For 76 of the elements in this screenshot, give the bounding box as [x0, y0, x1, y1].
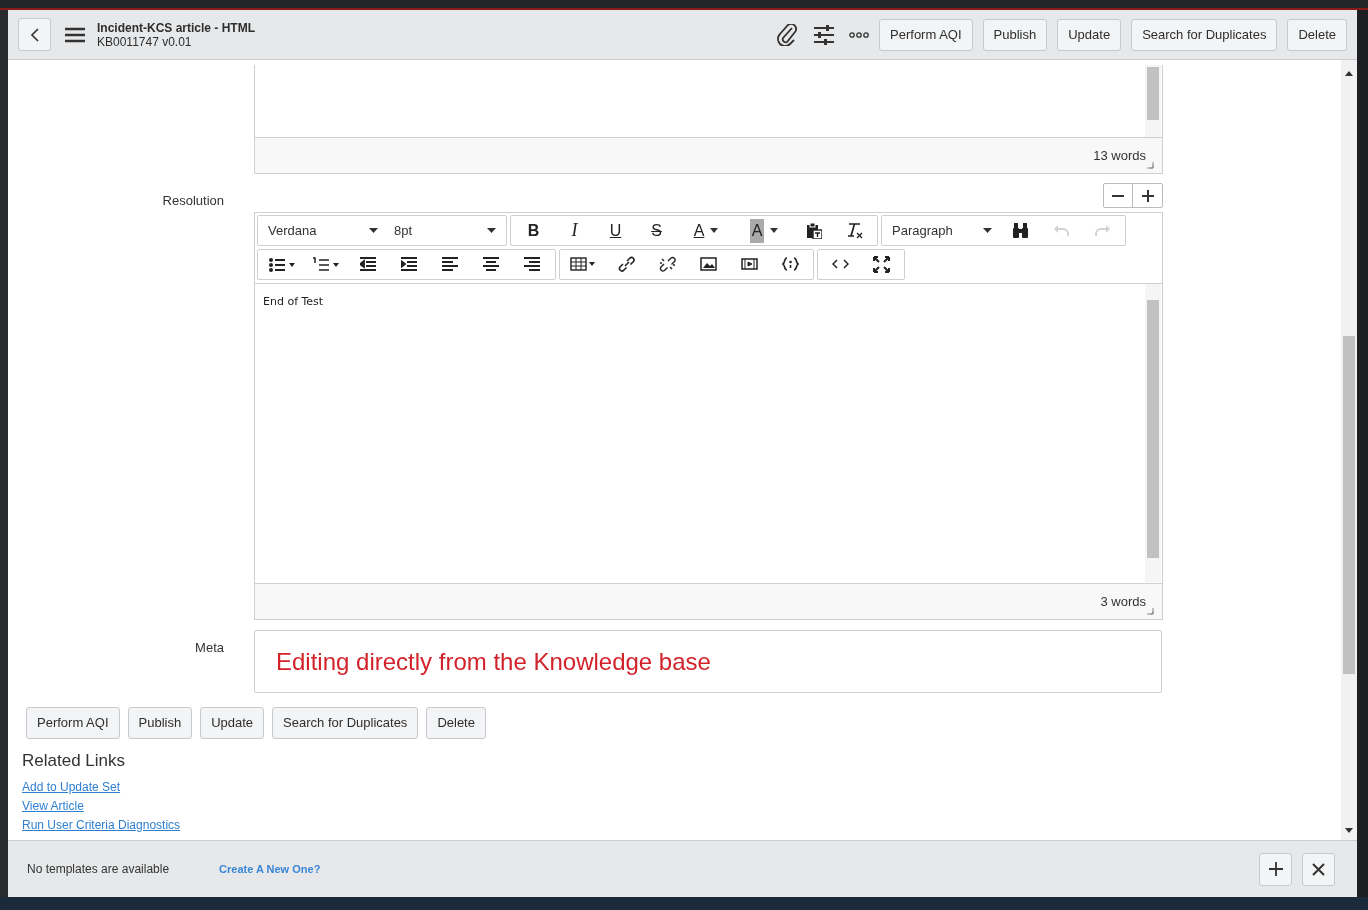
record-number: KB0011747 v0.01	[97, 34, 193, 49]
bold-button[interactable]: B	[513, 217, 554, 244]
image-icon	[700, 256, 717, 273]
form-button[interactable]: Perform AQI	[26, 707, 120, 739]
text-color-button[interactable]: A	[677, 217, 735, 244]
caret-down-icon	[770, 228, 779, 233]
chevron-left-icon	[30, 27, 39, 42]
unlink-icon	[659, 256, 676, 273]
bulleted-list-icon	[268, 256, 296, 273]
scrollbar-thumb[interactable]	[1343, 336, 1355, 674]
redo-icon	[1094, 222, 1111, 239]
form-button[interactable]: Publish	[127, 707, 193, 739]
related-link[interactable]: Run User Criteria Diagnostics	[22, 815, 181, 835]
font-size-select[interactable]: 8pt	[386, 217, 504, 244]
align-center-icon	[483, 256, 500, 273]
clear-formatting-icon	[846, 222, 863, 239]
caret-down-icon	[710, 228, 719, 233]
link-icon	[618, 256, 635, 273]
rich-text-editor[interactable]: Verdana 8pt B I U S A A Paragraph End of Test 3 words	[254, 212, 1163, 620]
plus-icon	[1141, 189, 1154, 202]
form-title: Incident-KCS article - HTML	[97, 20, 255, 35]
menu-icon[interactable]	[65, 26, 85, 43]
form-button[interactable]: Update	[200, 707, 265, 739]
indent-icon	[401, 256, 418, 273]
binoculars-icon	[1012, 222, 1029, 239]
back-button[interactable]	[18, 18, 51, 51]
outdent-icon	[360, 256, 377, 273]
related-link[interactable]: Add to Update Set	[22, 777, 121, 797]
clipboard-icon	[805, 222, 822, 239]
field-label: Meta	[195, 639, 224, 657]
video-icon	[741, 256, 758, 273]
sliders-icon[interactable]	[813, 24, 836, 45]
caret-down-icon	[983, 228, 992, 233]
word-count: 3 words	[1100, 592, 1146, 611]
close-icon	[1312, 862, 1325, 876]
italic-button[interactable]: I	[554, 217, 595, 244]
highlight-color-button[interactable]: A	[735, 217, 793, 244]
align-left-icon	[442, 256, 459, 273]
numbered-list-icon	[312, 256, 340, 273]
header-button[interactable]: Perform AQI	[879, 18, 973, 51]
scroll-up-icon[interactable]	[1345, 70, 1353, 76]
field-label: Resolution	[162, 192, 224, 210]
more-icon[interactable]	[849, 31, 870, 38]
header-button[interactable]: Delete	[1287, 18, 1347, 51]
strikethrough-button[interactable]: S	[636, 217, 677, 244]
editor-scrollbar[interactable]	[1145, 65, 1161, 137]
font-select[interactable]: Verdana	[260, 217, 386, 244]
block-format-select[interactable]: Paragraph	[884, 217, 1000, 244]
table-icon	[570, 256, 598, 273]
editor-text: End of Test	[262, 294, 324, 310]
meta-field[interactable]: Editing directly from the Knowledge base	[254, 630, 1162, 693]
resize-handle-icon[interactable]	[1147, 162, 1154, 169]
fullscreen-icon	[873, 256, 890, 273]
form-button[interactable]: Delete	[426, 707, 486, 739]
plus-icon	[1268, 862, 1283, 876]
paperclip-icon[interactable]	[777, 23, 798, 46]
editor-scrollbar[interactable]	[1145, 284, 1161, 582]
section-heading: Related Links	[21, 750, 126, 772]
resize-handle-icon[interactable]	[1147, 608, 1154, 615]
align-right-icon	[524, 256, 541, 273]
underline-button[interactable]: U	[595, 217, 636, 244]
header-button[interactable]: Update	[1057, 18, 1122, 51]
word-count: 13 words	[1093, 146, 1146, 165]
template-message: No templates are available	[27, 861, 170, 878]
form-button[interactable]: Search for Duplicates	[272, 707, 419, 739]
header-button[interactable]: Publish	[982, 18, 1048, 51]
code-braces-icon	[782, 256, 799, 273]
scroll-down-icon[interactable]	[1345, 828, 1353, 834]
caret-down-icon	[487, 228, 496, 233]
scrollbar[interactable]	[1341, 60, 1357, 840]
text-editor[interactable]: 13 words	[254, 65, 1163, 174]
header-button[interactable]: Search for Duplicates	[1131, 18, 1278, 51]
related-link[interactable]: View Article	[22, 796, 84, 816]
caret-down-icon	[369, 228, 378, 233]
add-button[interactable]	[1259, 852, 1292, 886]
close-button[interactable]	[1302, 852, 1335, 886]
